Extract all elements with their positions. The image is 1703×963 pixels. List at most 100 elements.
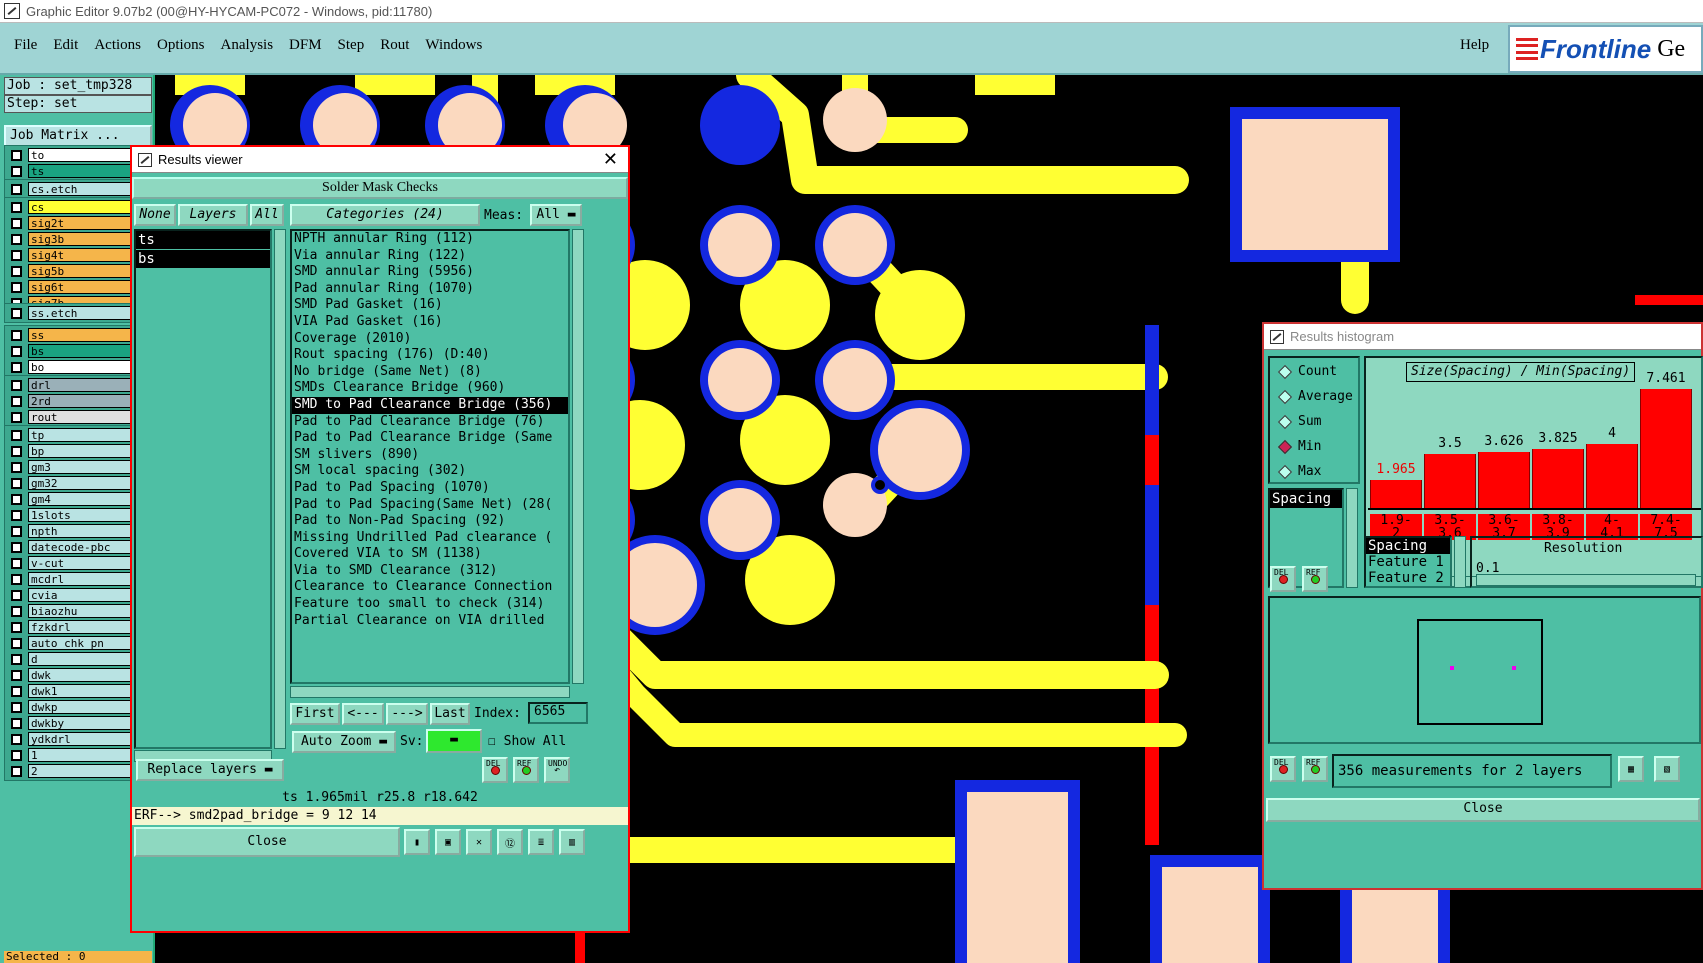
feature-item[interactable]: Spacing bbox=[1366, 538, 1450, 554]
mode-radio-sum[interactable]: Sum bbox=[1277, 414, 1321, 429]
histogram-bar[interactable] bbox=[1478, 452, 1530, 508]
category-item[interactable]: Pad to Pad Clearance Bridge (Same bbox=[292, 430, 568, 447]
menu-analysis[interactable]: Analysis bbox=[213, 37, 282, 54]
category-item[interactable]: NPTH annular Ring (112) bbox=[292, 231, 568, 248]
close-icon[interactable]: ✕ bbox=[603, 149, 618, 170]
auto-zoom-dropdown[interactable]: Auto Zoom ▬ bbox=[292, 731, 396, 753]
layer-checkbox[interactable] bbox=[11, 621, 22, 633]
histogram-ref-button[interactable]: REF bbox=[1302, 566, 1328, 592]
layer-row-fzkdrl[interactable]: fzkdrl bbox=[7, 619, 149, 635]
layer-checkbox[interactable] bbox=[11, 493, 22, 505]
layer-checkbox[interactable] bbox=[11, 361, 22, 373]
layer-checkbox[interactable] bbox=[11, 717, 22, 729]
layer-checkbox[interactable] bbox=[11, 201, 22, 213]
layer-checkbox[interactable] bbox=[11, 605, 22, 617]
layer-row-bp[interactable]: bp bbox=[7, 443, 149, 459]
layer-row-bs[interactable]: bs bbox=[7, 343, 149, 359]
histogram-bar[interactable] bbox=[1640, 389, 1692, 508]
layer-checkbox[interactable] bbox=[11, 525, 22, 537]
category-item[interactable]: Pad to Pad Spacing (1070) bbox=[292, 480, 568, 497]
layer-row-ss.etch[interactable]: ss.etch bbox=[7, 305, 149, 321]
layer-checkbox[interactable] bbox=[11, 395, 22, 407]
layer-row-datecode-pbc[interactable]: datecode-pbc bbox=[7, 539, 149, 555]
show-all-checkbox[interactable]: ☐ Show All bbox=[488, 733, 566, 751]
layer-checkbox[interactable] bbox=[11, 345, 22, 357]
layer-row-dwk1[interactable]: dwk1 bbox=[7, 683, 149, 699]
sv-color-dropdown[interactable]: ▬ bbox=[426, 729, 482, 753]
layer-row-ydkdrl[interactable]: ydkdrl bbox=[7, 731, 149, 747]
resolution-slider[interactable] bbox=[1476, 574, 1696, 586]
layer-checkbox[interactable] bbox=[11, 233, 22, 245]
layer-row-to[interactable]: to bbox=[7, 147, 149, 163]
layer-checkbox[interactable] bbox=[11, 637, 22, 649]
ref-button[interactable]: REF bbox=[513, 757, 539, 783]
layer-row-sig4t[interactable]: sig4t bbox=[7, 247, 149, 263]
layer-row-sig5b[interactable]: sig5b bbox=[7, 263, 149, 279]
layer-row-gm3[interactable]: gm3 bbox=[7, 459, 149, 475]
result-layers-list[interactable]: ts bs bbox=[134, 229, 272, 749]
category-item[interactable]: SMDs Clearance Bridge (960) bbox=[292, 380, 568, 397]
layer-checkbox[interactable] bbox=[11, 669, 22, 681]
layer-checkbox[interactable] bbox=[11, 765, 22, 777]
histogram-icon[interactable]: ▥ bbox=[559, 829, 585, 855]
category-item[interactable]: VIA Pad Gasket (16) bbox=[292, 314, 568, 331]
histogram-close-button[interactable]: Close bbox=[1266, 798, 1700, 822]
job-matrix-button[interactable]: Job Matrix ... bbox=[4, 125, 152, 147]
category-item[interactable]: Coverage (2010) bbox=[292, 331, 568, 348]
layer-checkbox[interactable] bbox=[11, 149, 22, 161]
layer-row-gm32[interactable]: gm32 bbox=[7, 475, 149, 491]
layer-row-cvia[interactable]: cvia bbox=[7, 587, 149, 603]
layer-checkbox[interactable] bbox=[11, 411, 22, 423]
none-button[interactable]: None bbox=[134, 204, 176, 226]
layer-checkbox[interactable] bbox=[11, 183, 22, 195]
layer-row-auto_chk_pn[interactable]: auto_chk_pn bbox=[7, 635, 149, 651]
feature-item[interactable]: Feature 2 bbox=[1366, 570, 1450, 586]
categories-vscroll[interactable] bbox=[572, 229, 584, 684]
category-item[interactable]: No bridge (Same Net) (8) bbox=[292, 364, 568, 381]
preview-ref-button[interactable]: REF bbox=[1302, 756, 1328, 782]
layer-checkbox[interactable] bbox=[11, 685, 22, 697]
layer-checkbox[interactable] bbox=[11, 653, 22, 665]
category-item[interactable]: Partial Clearance on VIA drilled bbox=[292, 613, 568, 630]
layer-checkbox[interactable] bbox=[11, 445, 22, 457]
result-layer-item[interactable]: bs bbox=[136, 250, 270, 268]
layer-row-sig3b[interactable]: sig3b bbox=[7, 231, 149, 247]
categories-button[interactable]: Categories (24) bbox=[290, 204, 480, 226]
next-button[interactable]: ---> bbox=[386, 703, 428, 725]
layer-row-sig2t[interactable]: sig2t bbox=[7, 215, 149, 231]
layers-button[interactable]: Layers bbox=[178, 204, 248, 226]
layer-checkbox[interactable] bbox=[11, 249, 22, 261]
feature-vscroll[interactable] bbox=[1454, 536, 1466, 588]
zoom-fit-icon[interactable]: ▦ bbox=[1618, 756, 1644, 782]
layer-row-tp[interactable]: tp bbox=[7, 427, 149, 443]
menu-actions[interactable]: Actions bbox=[86, 37, 149, 54]
layer-checkbox[interactable] bbox=[11, 589, 22, 601]
meas-dropdown[interactable]: All ▬ bbox=[530, 204, 582, 226]
preview-del-button[interactable]: DEL bbox=[1270, 756, 1296, 782]
layer-row-2[interactable]: 2 bbox=[7, 763, 149, 779]
mode-radio-count[interactable]: Count bbox=[1277, 364, 1337, 379]
layer-row-v-cut[interactable]: v-cut bbox=[7, 555, 149, 571]
layer-checkbox[interactable] bbox=[11, 541, 22, 553]
category-item[interactable]: Rout spacing (176) (D:40) bbox=[292, 347, 568, 364]
category-item[interactable]: Feature too small to check (314) bbox=[292, 596, 568, 613]
layer-checkbox[interactable] bbox=[11, 509, 22, 521]
layer-row-ss[interactable]: ss bbox=[7, 327, 149, 343]
menu-edit[interactable]: Edit bbox=[45, 37, 86, 54]
layers-vscroll[interactable] bbox=[274, 229, 286, 749]
first-button[interactable]: First bbox=[290, 703, 340, 725]
layer-row-dwkp[interactable]: dwkp bbox=[7, 699, 149, 715]
categories-list[interactable]: NPTH annular Ring (112) Via annular Ring … bbox=[290, 229, 570, 684]
layer-row-drl[interactable]: drl bbox=[7, 377, 149, 393]
category-item[interactable]: SMD Pad Gasket (16) bbox=[292, 297, 568, 314]
layer-row-cs[interactable]: cs bbox=[7, 199, 149, 215]
category-item[interactable]: Pad to Non-Pad Spacing (92) bbox=[292, 513, 568, 530]
categories-hscroll[interactable] bbox=[290, 686, 570, 698]
category-item[interactable]: Covered VIA to SM (1138) bbox=[292, 546, 568, 563]
results-close-button[interactable]: Close bbox=[134, 827, 400, 857]
menu-file[interactable]: File bbox=[6, 37, 45, 54]
category-item[interactable]: Pad annular Ring (1070) bbox=[292, 281, 568, 298]
del-button[interactable]: DEL bbox=[482, 757, 508, 783]
attribute-vscroll[interactable] bbox=[1346, 488, 1358, 588]
erase-icon[interactable]: ✕ bbox=[466, 829, 492, 855]
